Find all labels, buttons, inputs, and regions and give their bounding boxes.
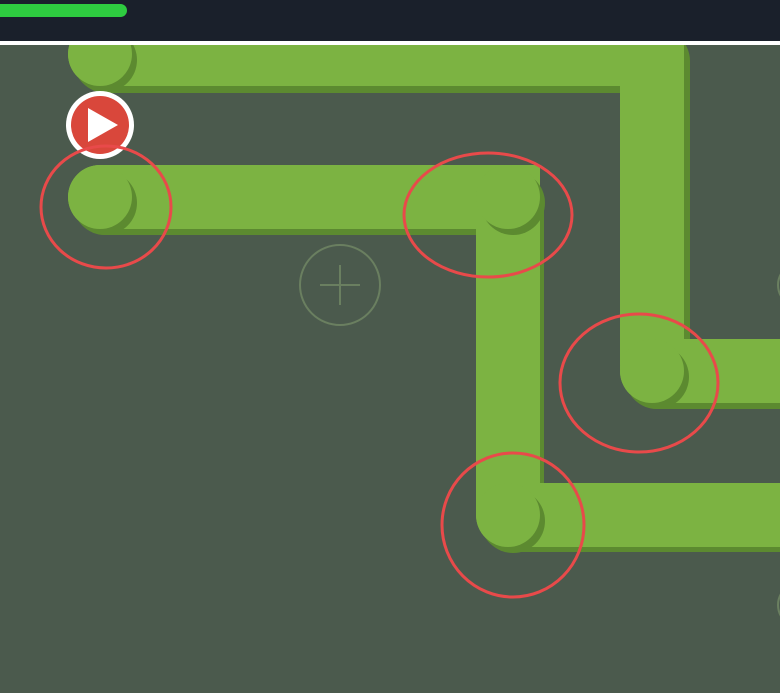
- board-canvas: [39, 45, 780, 617]
- top-bar: [0, 0, 780, 41]
- game-board[interactable]: [0, 45, 780, 693]
- path-joint-mid: [476, 165, 540, 229]
- path-joint-right: [620, 339, 684, 403]
- level-progress-fill: [0, 4, 128, 17]
- level-progress-bar: [0, 4, 780, 18]
- add-tile-button[interactable]: [299, 244, 381, 326]
- plus-icon: [320, 265, 360, 305]
- path-corner-upper-right: [620, 45, 684, 86]
- path-endpoint-start[interactable]: [68, 165, 132, 229]
- path-joint-bottom: [476, 483, 540, 547]
